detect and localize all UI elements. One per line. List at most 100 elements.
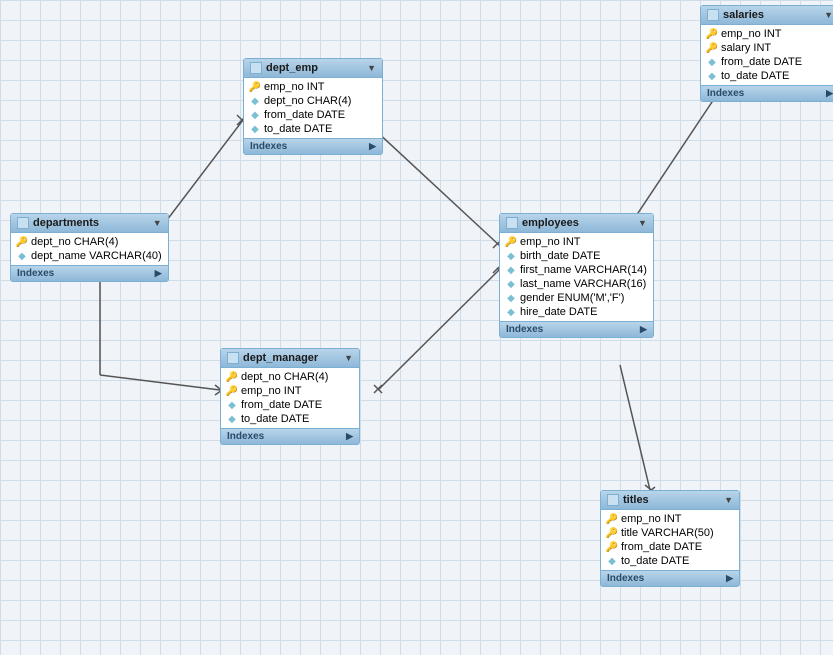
column-name: to_date DATE [621,555,689,567]
table-row: ◆ last_name VARCHAR(16) [500,277,653,291]
table-body-dept_emp: 🔑 emp_no INT ◆ dept_no CHAR(4) ◆ from_date DA… [244,78,382,138]
col-icon: ◆ [250,124,260,134]
table-body-departments: 🔑dept_no CHAR(4)◆dept_name VARCHAR(40) [11,233,168,265]
indexes-arrow-icon: ▶ [640,324,647,335]
column-name: emp_no INT [621,513,682,525]
column-name: emp_no INT [241,385,302,397]
col-icon: ◆ [506,307,516,317]
indexes-arrow-icon: ▶ [826,88,833,99]
table-name-dept_emp: dept_emp [266,62,318,74]
indexes-label: Indexes [250,141,287,152]
table-row: ◆ to_date DATE [244,122,382,136]
column-name: dept_no CHAR(4) [31,236,118,248]
table-salaries: salaries ▼ 🔑emp_no INT 🔑 salary INT◆from_d… [700,5,833,102]
column-name: dept_no CHAR(4) [241,371,328,383]
table-departments: departments ▼ 🔑dept_no CHAR(4)◆dept_name… [10,213,169,282]
table-name-employees: employees [522,217,579,229]
pk-icon: 🔑 [227,386,237,396]
table-header-departments[interactable]: departments ▼ [11,214,168,233]
table-row: 🔑 emp_no INT [244,80,382,94]
column-name: from_date DATE [264,109,345,121]
table-row: ◆ from_date DATE [244,108,382,122]
column-name: emp_no INT [264,81,325,93]
column-name: title VARCHAR(50) [621,527,714,539]
column-name: last_name VARCHAR(16) [520,278,646,290]
table-indexes-dept_manager[interactable]: Indexes ▶ [221,428,359,444]
table-body-dept_manager: 🔑 dept_no CHAR(4) 🔑 emp_no INT ◆ from_date DA… [221,368,359,428]
col-icon: ◆ [250,110,260,120]
table-body-salaries: 🔑emp_no INT 🔑 salary INT◆from_date DATE◆to… [701,25,833,85]
dropdown-icon[interactable]: ▼ [724,495,733,505]
column-name: dept_no CHAR(4) [264,95,351,107]
column-name: from_date DATE [241,399,322,411]
pk-icon: 🔑 [707,43,717,53]
table-icon [506,217,518,229]
indexes-label: Indexes [506,324,543,335]
table-row: ◆hire_date DATE [500,305,653,319]
table-indexes-employees[interactable]: Indexes ▶ [500,321,653,337]
table-name-salaries: salaries [723,9,764,21]
table-dept_emp: dept_emp ▼ 🔑 emp_no INT ◆ dept_no CHAR(4) ◆ f… [243,58,383,155]
table-row: 🔑 salary INT [701,41,833,55]
pk-icon: 🔑 [506,237,516,247]
table-icon [607,494,619,506]
table-row: ◆from_date DATE [701,55,833,69]
column-name: first_name VARCHAR(14) [520,264,647,276]
table-header-dept_emp[interactable]: dept_emp ▼ [244,59,382,78]
table-row: 🔑dept_no CHAR(4) [11,235,168,249]
table-indexes-titles[interactable]: Indexes ▶ [601,570,739,586]
column-name: dept_name VARCHAR(40) [31,250,162,262]
table-icon [227,352,239,364]
column-name: salary INT [721,42,771,54]
table-header-salaries[interactable]: salaries ▼ [701,6,833,25]
table-row: ◆ dept_no CHAR(4) [244,94,382,108]
col-icon: ◆ [227,414,237,424]
dropdown-icon[interactable]: ▼ [824,10,833,20]
table-row: ◆first_name VARCHAR(14) [500,263,653,277]
table-row: ◆ to_date DATE [221,412,359,426]
dropdown-icon[interactable]: ▼ [367,63,376,73]
column-name: to_date DATE [241,413,309,425]
indexes-arrow-icon: ▶ [346,431,353,442]
table-row: 🔑 from_date DATE [601,540,739,554]
table-row: ◆gender ENUM('M','F') [500,291,653,305]
table-row: 🔑 title VARCHAR(50) [601,526,739,540]
indexes-label: Indexes [707,88,744,99]
table-row: ◆to_date DATE [701,69,833,83]
indexes-arrow-icon: ▶ [155,268,162,279]
table-indexes-departments[interactable]: Indexes ▶ [11,265,168,281]
indexes-arrow-icon: ▶ [369,141,376,152]
table-icon [707,9,719,21]
col-icon: ◆ [707,57,717,67]
fk-icon: ◆ [250,96,260,106]
dropdown-icon[interactable]: ▼ [153,218,162,228]
column-name: birth_date DATE [520,250,601,262]
table-header-titles[interactable]: titles ▼ [601,491,739,510]
pk-icon: 🔑 [250,82,260,92]
table-titles: titles ▼ 🔑emp_no INT 🔑 title VARCHAR(50) 🔑 f… [600,490,740,587]
table-body-titles: 🔑emp_no INT 🔑 title VARCHAR(50) 🔑 from_date … [601,510,739,570]
dropdown-icon[interactable]: ▼ [344,353,353,363]
pk-icon: 🔑 [227,372,237,382]
table-name-dept_manager: dept_manager [243,352,318,364]
col-icon: ◆ [506,279,516,289]
column-name: to_date DATE [264,123,332,135]
table-row: 🔑emp_no INT [701,27,833,41]
table-header-employees[interactable]: employees ▼ [500,214,653,233]
table-indexes-dept_emp[interactable]: Indexes ▶ [244,138,382,154]
table-row: 🔑emp_no INT [601,512,739,526]
indexes-label: Indexes [607,573,644,584]
dropdown-icon[interactable]: ▼ [638,218,647,228]
column-name: from_date DATE [621,541,702,553]
table-name-departments: departments [33,217,99,229]
table-body-employees: 🔑emp_no INT◆birth_date DATE◆first_name V… [500,233,653,321]
pk-icon: 🔑 [607,528,617,538]
table-row: ◆dept_name VARCHAR(40) [11,249,168,263]
col-icon: ◆ [607,556,617,566]
table-indexes-salaries[interactable]: Indexes ▶ [701,85,833,101]
table-row: ◆birth_date DATE [500,249,653,263]
table-row: 🔑 emp_no INT [221,384,359,398]
pk-icon: 🔑 [607,542,617,552]
indexes-arrow-icon: ▶ [726,573,733,584]
table-header-dept_manager[interactable]: dept_manager ▼ [221,349,359,368]
